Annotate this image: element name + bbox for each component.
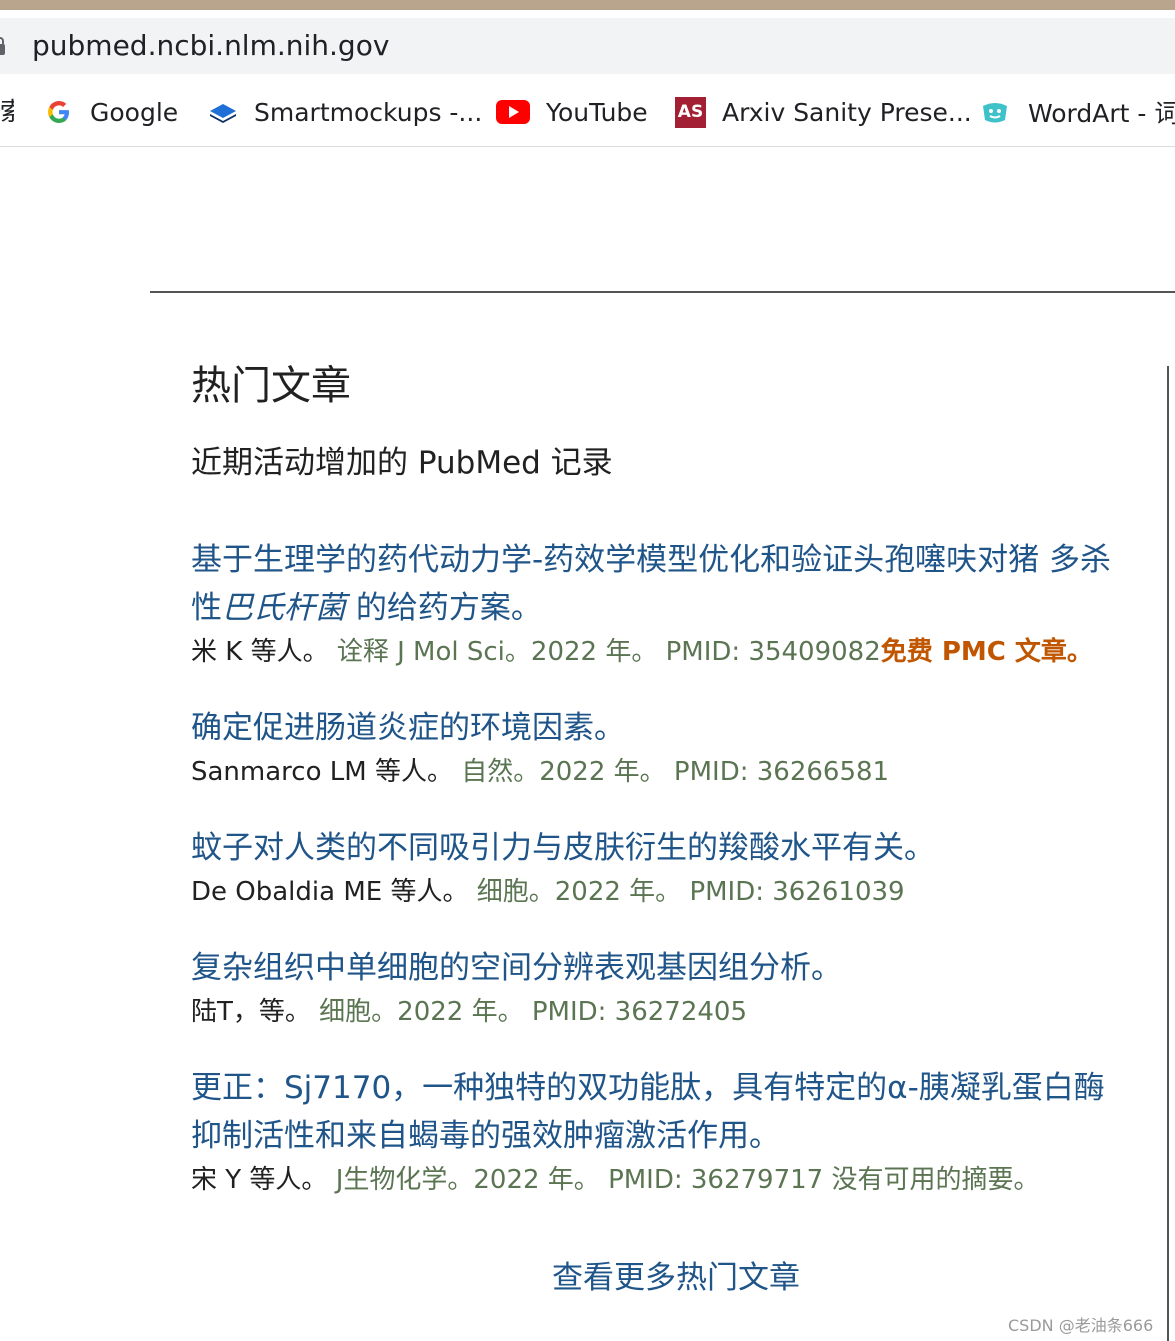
- article-title-link[interactable]: 蚊子对人类的不同吸引力与皮肤衍生的羧酸水平有关。: [191, 824, 1121, 872]
- article-source: 细胞。2022 年。: [319, 997, 524, 1027]
- bookmark-label: Smartmockups -...: [254, 97, 483, 127]
- arxiv-sanity-icon: AS: [675, 96, 706, 128]
- article-authors: De Obaldia ME 等人。: [191, 877, 469, 907]
- bookmark-arxiv-sanity[interactable]: AS Arxiv Sanity Prese...: [675, 94, 972, 130]
- bookmark-wordart[interactable]: WordArt - 词: [980, 94, 1175, 130]
- article-citation: 陆T，等。 细胞。2022 年。 PMID: 36272405: [191, 992, 1121, 1032]
- section-title: 热门文章: [191, 363, 351, 409]
- bookmark-youtube[interactable]: YouTube: [496, 94, 648, 130]
- bookmarks-bar: 索 Google Smartmockups -... YouTube AS Ar…: [0, 80, 1175, 147]
- article-item: 确定促进肠道炎症的环境因素。 Sanmarco LM 等人。 自然。2022 年…: [191, 704, 1121, 792]
- youtube-icon: [496, 97, 530, 127]
- free-pmc-badge: 免费 PMC 文章。: [880, 637, 1093, 667]
- address-bar[interactable]: pubmed.ncbi.nlm.nih.gov: [0, 18, 1175, 74]
- section-divider: [150, 291, 1175, 293]
- article-authors: 陆T，等。: [191, 997, 311, 1027]
- article-source: 自然。2022 年。: [461, 757, 666, 787]
- article-title-link[interactable]: 更正：Sj7170，一种独特的双功能肽，具有特定的α-胰凝乳蛋白酶抑制活性和来自…: [191, 1064, 1121, 1160]
- google-icon: [44, 97, 74, 127]
- bookmark-label: WordArt - 词: [1028, 99, 1175, 128]
- bookmark-smartmockups[interactable]: Smartmockups -...: [208, 94, 482, 130]
- article-authors: Sanmarco LM 等人。: [191, 757, 453, 787]
- article-pmid: PMID: 36272405: [531, 997, 748, 1027]
- article-pmid: PMID: 35409082: [665, 637, 881, 667]
- article-item: 基于生理学的药代动力学-药效学模型优化和验证头孢噻呋对猪 多杀性巴氏杆菌 的给药…: [191, 536, 1121, 672]
- article-item: 复杂组织中单细胞的空间分辨表观基因组分析。 陆T，等。 细胞。2022 年。 P…: [191, 944, 1121, 1032]
- article-title-link[interactable]: 确定促进肠道炎症的环境因素。: [191, 704, 1121, 752]
- article-citation: 宋 Y 等人。 J生物化学。2022 年。 PMID: 36279717 没有可…: [191, 1160, 1121, 1200]
- article-title-link[interactable]: 复杂组织中单细胞的空间分辨表观基因组分析。: [191, 944, 1121, 992]
- wordart-icon: [980, 97, 1010, 127]
- article-pmid: PMID: 36279717 没有可用的摘要。: [608, 1165, 1040, 1195]
- bookmark-label: Google: [90, 97, 179, 127]
- article-source: J生物化学。2022 年。: [335, 1165, 600, 1195]
- article-title-link[interactable]: 基于生理学的药代动力学-药效学模型优化和验证头孢噻呋对猪 多杀性巴氏杆菌 的给药…: [191, 536, 1121, 632]
- article-citation: De Obaldia ME 等人。 细胞。2022 年。 PMID: 36261…: [191, 872, 1121, 912]
- bookmark-cut-off[interactable]: 索: [0, 94, 14, 130]
- see-more-trending-link[interactable]: 查看更多热门文章: [552, 1256, 800, 1300]
- article-source: 细胞。2022 年。: [476, 877, 682, 907]
- window-top-strip: [0, 0, 1175, 10]
- bookmark-google[interactable]: Google: [44, 94, 178, 130]
- url-text[interactable]: pubmed.ncbi.nlm.nih.gov: [32, 28, 389, 64]
- article-pmid: PMID: 36261039: [689, 877, 905, 907]
- watermark: CSDN @老油条666: [1008, 1316, 1154, 1335]
- bookmark-label: YouTube: [546, 97, 648, 127]
- section-subtitle: 近期活动增加的 PubMed 记录: [191, 445, 613, 481]
- article-authors: 米 K 等人。: [191, 637, 329, 667]
- article-pmid: PMID: 36266581: [673, 757, 890, 787]
- article-item: 蚊子对人类的不同吸引力与皮肤衍生的羧酸水平有关。 De Obaldia ME 等…: [191, 824, 1121, 912]
- article-citation: Sanmarco LM 等人。 自然。2022 年。 PMID: 3626658…: [191, 752, 1121, 792]
- page-right-border: [1167, 366, 1169, 1341]
- article-item: 更正：Sj7170，一种独特的双功能肽，具有特定的α-胰凝乳蛋白酶抑制活性和来自…: [191, 1064, 1121, 1200]
- article-source: 诠释 J Mol Sci。2022 年。: [336, 637, 658, 667]
- article-citation: 米 K 等人。 诠释 J Mol Sci。2022 年。 PMID: 35409…: [191, 632, 1121, 672]
- lock-icon: [0, 37, 5, 55]
- article-authors: 宋 Y 等人。: [191, 1165, 328, 1195]
- smartmockups-icon: [208, 97, 238, 127]
- bookmark-label: Arxiv Sanity Prese...: [722, 97, 972, 127]
